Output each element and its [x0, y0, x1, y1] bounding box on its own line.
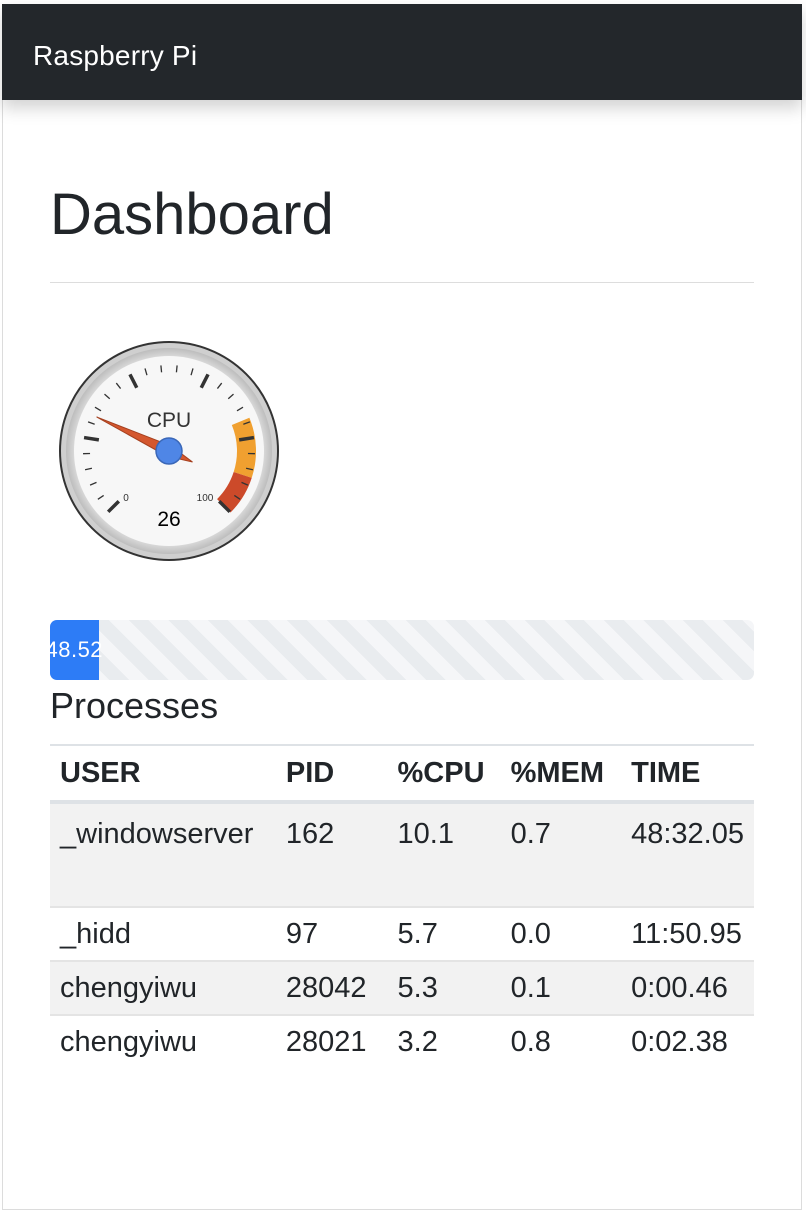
navbar: Raspberry Pi	[2, 4, 802, 100]
processes-table: USER PID %CPU %MEM TIME _windowserver 16…	[50, 744, 754, 1068]
cell-mem: 0.8	[510, 1025, 551, 1058]
processes-table-wrap: USER PID %CPU %MEM TIME _windowserver 16…	[50, 744, 754, 1068]
gauge-min-label: 0	[123, 493, 129, 504]
cell-time: 0:00.46	[621, 961, 754, 1016]
cell-cpu: 10.1	[387, 802, 501, 908]
cell-cpu: 5.3	[387, 961, 501, 1016]
cell-user: _windowserver	[50, 802, 276, 908]
gauge-major-tick	[238, 435, 255, 442]
table-row: _hidd 97 5.7 0.0 11:50.95	[50, 907, 754, 962]
progress-bar-label: 48.52	[50, 637, 104, 662]
gauge-minor-tick	[160, 365, 163, 373]
column-header-pid: PID	[275, 744, 388, 804]
cell-mem: 0.7	[500, 802, 622, 908]
cell-mem: 0.0	[500, 907, 622, 962]
table-header-row: USER PID %CPU %MEM TIME	[50, 744, 754, 804]
cell-mem: 0.1	[500, 961, 622, 1016]
table-row: chengyiwu 28042 5.3 0.1 0:00.46	[50, 961, 754, 1016]
gauge-label: CPU	[147, 409, 191, 432]
cpu-gauge: CPU 0 100 26	[58, 340, 280, 562]
navbar-brand[interactable]: Raspberry Pi	[33, 38, 197, 74]
gauge-major-tick	[83, 435, 100, 442]
column-header-time: TIME	[621, 744, 754, 804]
cell-time: 11:50.95	[621, 907, 754, 962]
cell-time: 48:32.05	[621, 802, 754, 908]
gauge-max-label: 100	[197, 493, 214, 504]
table-row: _windowserver 162 10.1 0.7 48:32.05	[50, 802, 754, 908]
column-header-cpu: %CPU	[387, 744, 501, 804]
cpu-gauge-svg: CPU 0 100 26	[59, 341, 279, 561]
cell-user: chengyiwu	[60, 1025, 198, 1058]
column-header-mem: %MEM	[500, 744, 622, 804]
cell-cpu: 5.7	[387, 907, 501, 962]
page-title: Dashboard	[50, 182, 334, 247]
cell-cpu: 3.2	[397, 1025, 438, 1058]
table-row: chengyiwu 28021 3.2 0.8 0:02.38	[50, 1015, 754, 1068]
cell-user: chengyiwu	[50, 961, 276, 1016]
gauge-value: 26	[157, 508, 180, 531]
progress-bar-fill: 48.52	[50, 620, 103, 680]
cell-time: 0:02.38	[631, 1025, 728, 1058]
cell-pid: 97	[275, 907, 388, 962]
cell-user: _hidd	[50, 907, 276, 962]
processes-title: Processes	[50, 685, 219, 726]
cell-pid: 28021	[285, 1025, 367, 1058]
title-divider	[50, 282, 754, 283]
cell-pid: 162	[275, 802, 388, 908]
gauge-minor-tick	[175, 365, 178, 373]
cell-pid: 28042	[275, 961, 388, 1016]
progress-bar-track: 48.52	[50, 620, 754, 680]
gauge-hub	[155, 437, 183, 465]
column-header-user: USER	[50, 744, 276, 804]
